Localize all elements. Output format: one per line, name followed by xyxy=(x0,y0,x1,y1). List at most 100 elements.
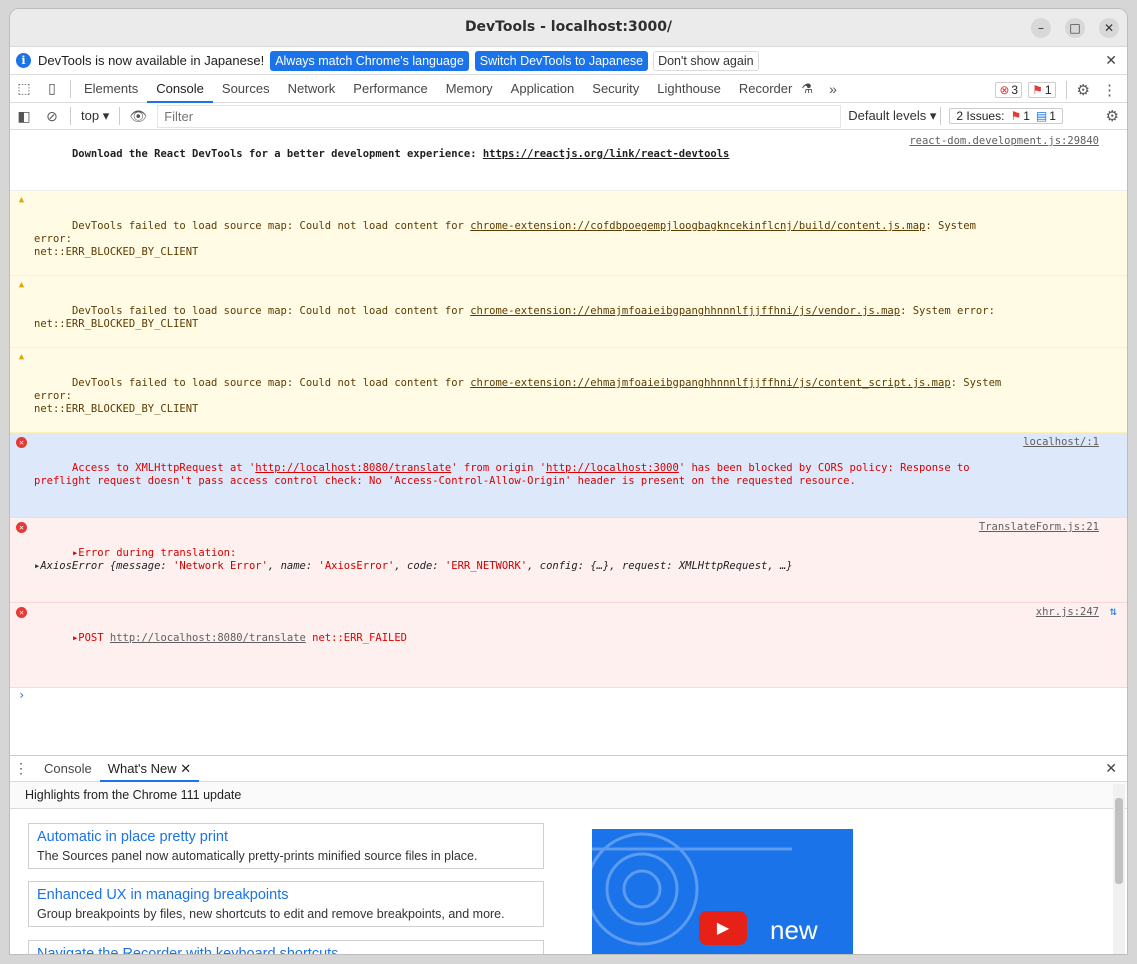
console-message-warning: ▲ DevTools failed to load source map: Co… xyxy=(10,348,1127,433)
divider xyxy=(70,107,71,125)
object-preview[interactable]: AxiosError {message: xyxy=(40,560,173,572)
source-link[interactable]: react-dom.development.js:29840 xyxy=(909,135,1099,148)
feature-card[interactable]: Automatic in place pretty print The Sour… xyxy=(28,823,544,869)
window-title: DevTools - localhost:3000/ xyxy=(464,19,673,35)
message-link[interactable]: http://localhost:3000 xyxy=(546,462,679,474)
always-match-language-button[interactable]: Always match Chrome's language xyxy=(270,50,469,71)
dont-show-again-button[interactable]: Don't show again xyxy=(653,50,759,71)
more-options-icon[interactable]: ⋮ xyxy=(1102,81,1117,99)
error-icon: ✕ xyxy=(16,522,27,533)
tab-security[interactable]: Security xyxy=(583,75,648,103)
source-link[interactable]: localhost/:1 xyxy=(1023,436,1099,449)
close-window-button[interactable]: ✕ xyxy=(1099,18,1119,38)
issue-info-icon: ▤ xyxy=(1035,109,1048,123)
tab-elements[interactable]: Elements xyxy=(75,75,147,103)
console-output: Download the React DevTools for a better… xyxy=(10,132,1127,755)
console-message-error: ✕ ▸Error during translation: ▸AxiosError… xyxy=(10,518,1127,603)
tab-memory[interactable]: Memory xyxy=(437,75,502,103)
issue-error-icon: ⚑ xyxy=(1010,109,1022,123)
bottom-drawer: ⋮ Console What's New ✕ ✕ Highlights from… xyxy=(10,755,1127,954)
issue-info-count: 1 xyxy=(1049,109,1056,123)
object-value: 'ERR_NETWORK' xyxy=(444,560,528,572)
tab-performance[interactable]: Performance xyxy=(344,75,436,103)
message-link[interactable]: chrome-extension://ehmajmfoaieibgpanghhn… xyxy=(470,377,950,389)
error-icon: ✕ xyxy=(16,607,27,618)
message-text: Download the React DevTools for a better… xyxy=(71,148,483,160)
feature-card[interactable]: Navigate the Recorder with keyboard shor… xyxy=(28,940,544,954)
issue-count-badge[interactable]: ⚑ 1 xyxy=(1028,82,1056,98)
message-link[interactable]: https://reactjs.org/link/react-devtools xyxy=(483,148,730,160)
warning-icon: ▲ xyxy=(18,352,25,362)
tab-sources[interactable]: Sources xyxy=(213,75,279,103)
source-link[interactable]: TranslateForm.js:21 xyxy=(979,521,1099,534)
message-text: ' from origin ' xyxy=(451,462,547,474)
console-settings-gear-icon[interactable]: ⚙ xyxy=(1106,107,1119,125)
message-text: DevTools failed to load source map: Coul… xyxy=(71,220,471,232)
console-message-warning: ▲ DevTools failed to load source map: Co… xyxy=(10,276,1127,348)
tab-network[interactable]: Network xyxy=(279,75,345,103)
drawer-scrollbar[interactable] xyxy=(1113,784,1125,954)
switch-to-japanese-button[interactable]: Switch DevTools to Japanese xyxy=(474,50,649,71)
sidebar-toggle-icon[interactable]: ◧ xyxy=(10,102,38,130)
info-icon: i xyxy=(16,53,31,68)
minimize-button[interactable]: – xyxy=(1031,18,1051,38)
drawer-tab-whats-new[interactable]: What's New ✕ xyxy=(99,756,200,782)
youtube-play-icon[interactable]: ▶ xyxy=(699,911,747,945)
device-toolbar-icon[interactable]: ▯ xyxy=(38,75,66,103)
settings-gear-icon[interactable]: ⚙ xyxy=(1077,81,1090,99)
feature-card[interactable]: Enhanced UX in managing breakpoints Grou… xyxy=(28,881,544,927)
divider xyxy=(1065,81,1067,99)
issue-count: 1 xyxy=(1044,83,1052,97)
console-prompt[interactable]: › xyxy=(10,688,1127,702)
video-thumbnail[interactable]: ▶ new xyxy=(592,829,853,954)
warning-icon: ▲ xyxy=(18,280,25,290)
live-expression-eye-icon[interactable]: 👁 xyxy=(124,102,152,130)
tab-lighthouse[interactable]: Lighthouse xyxy=(648,75,730,103)
source-link[interactable]: xhr.js:247 xyxy=(1036,606,1099,619)
message-link[interactable]: chrome-extension://cofdbpoegempjloogbagk… xyxy=(470,220,925,232)
console-message-network-error: ✕ ▸POST http://localhost:8080/translate … xyxy=(10,603,1127,688)
issues-label: 2 Issues: xyxy=(956,109,1005,123)
context-value: top xyxy=(81,108,100,123)
network-request-icon[interactable]: ⇅ xyxy=(1110,605,1117,618)
message-link[interactable]: http://localhost:8080/translate xyxy=(255,462,451,474)
drawer-menu-icon[interactable]: ⋮ xyxy=(10,755,32,783)
filter-input[interactable] xyxy=(157,104,842,128)
log-levels-label: Default levels xyxy=(848,108,927,123)
tab-console[interactable]: Console xyxy=(147,75,213,103)
context-selector[interactable]: top ▾ xyxy=(75,108,115,124)
drawer-tab-console[interactable]: Console xyxy=(36,756,100,782)
close-tab-icon[interactable]: ✕ xyxy=(180,761,191,776)
feature-description: The Sources panel now automatically pret… xyxy=(37,849,478,863)
close-infobar-icon[interactable]: ✕ xyxy=(1105,52,1117,69)
tab-application[interactable]: Application xyxy=(502,75,584,103)
message-link[interactable]: chrome-extension://ehmajmfoaieibgpanghhn… xyxy=(470,305,900,317)
close-drawer-icon[interactable]: ✕ xyxy=(1105,760,1117,777)
tab-recorder[interactable]: Recorder xyxy=(730,75,801,103)
feature-title[interactable]: Enhanced UX in managing breakpoints xyxy=(37,887,535,903)
error-count-badge[interactable]: ⊗ 3 xyxy=(995,82,1023,98)
console-message-info: Download the React DevTools for a better… xyxy=(10,132,1127,191)
inspect-element-icon[interactable]: ⬚ xyxy=(10,75,38,103)
issues-button[interactable]: 2 Issues: ⚑ 1 ▤ 1 xyxy=(949,108,1063,124)
request-status: net::ERR_FAILED xyxy=(305,632,407,644)
object-value: 'AxiosError' xyxy=(318,560,395,572)
drawer-tab-label: What's New xyxy=(107,760,177,776)
maximize-button[interactable]: □ xyxy=(1065,18,1085,38)
issue-error-count: 1 xyxy=(1023,109,1030,123)
log-levels-dropdown[interactable]: Default levels ▾ xyxy=(848,108,936,124)
feature-title[interactable]: Automatic in place pretty print xyxy=(37,829,535,845)
object-preview: , name: xyxy=(267,560,319,572)
title-bar: DevTools - localhost:3000/ – □ ✕ xyxy=(10,9,1127,47)
more-tabs-icon[interactable]: » xyxy=(819,75,847,103)
message-link[interactable]: http://localhost:8080/translate xyxy=(110,632,306,644)
scrollbar-thumb[interactable] xyxy=(1115,798,1123,884)
clear-console-icon[interactable]: ⊘ xyxy=(38,102,66,130)
flag-icon: ⚑ xyxy=(1032,83,1043,97)
drawer-tab-bar: ⋮ Console What's New ✕ ✕ xyxy=(10,756,1127,782)
object-preview: , config: {…}, request: XMLHttpRequest, … xyxy=(527,560,793,572)
message-text: Error during translation: xyxy=(78,547,237,559)
feature-title[interactable]: Navigate the Recorder with keyboard shor… xyxy=(37,946,535,954)
flask-icon: ⚗ xyxy=(801,80,813,96)
divider xyxy=(119,107,121,125)
